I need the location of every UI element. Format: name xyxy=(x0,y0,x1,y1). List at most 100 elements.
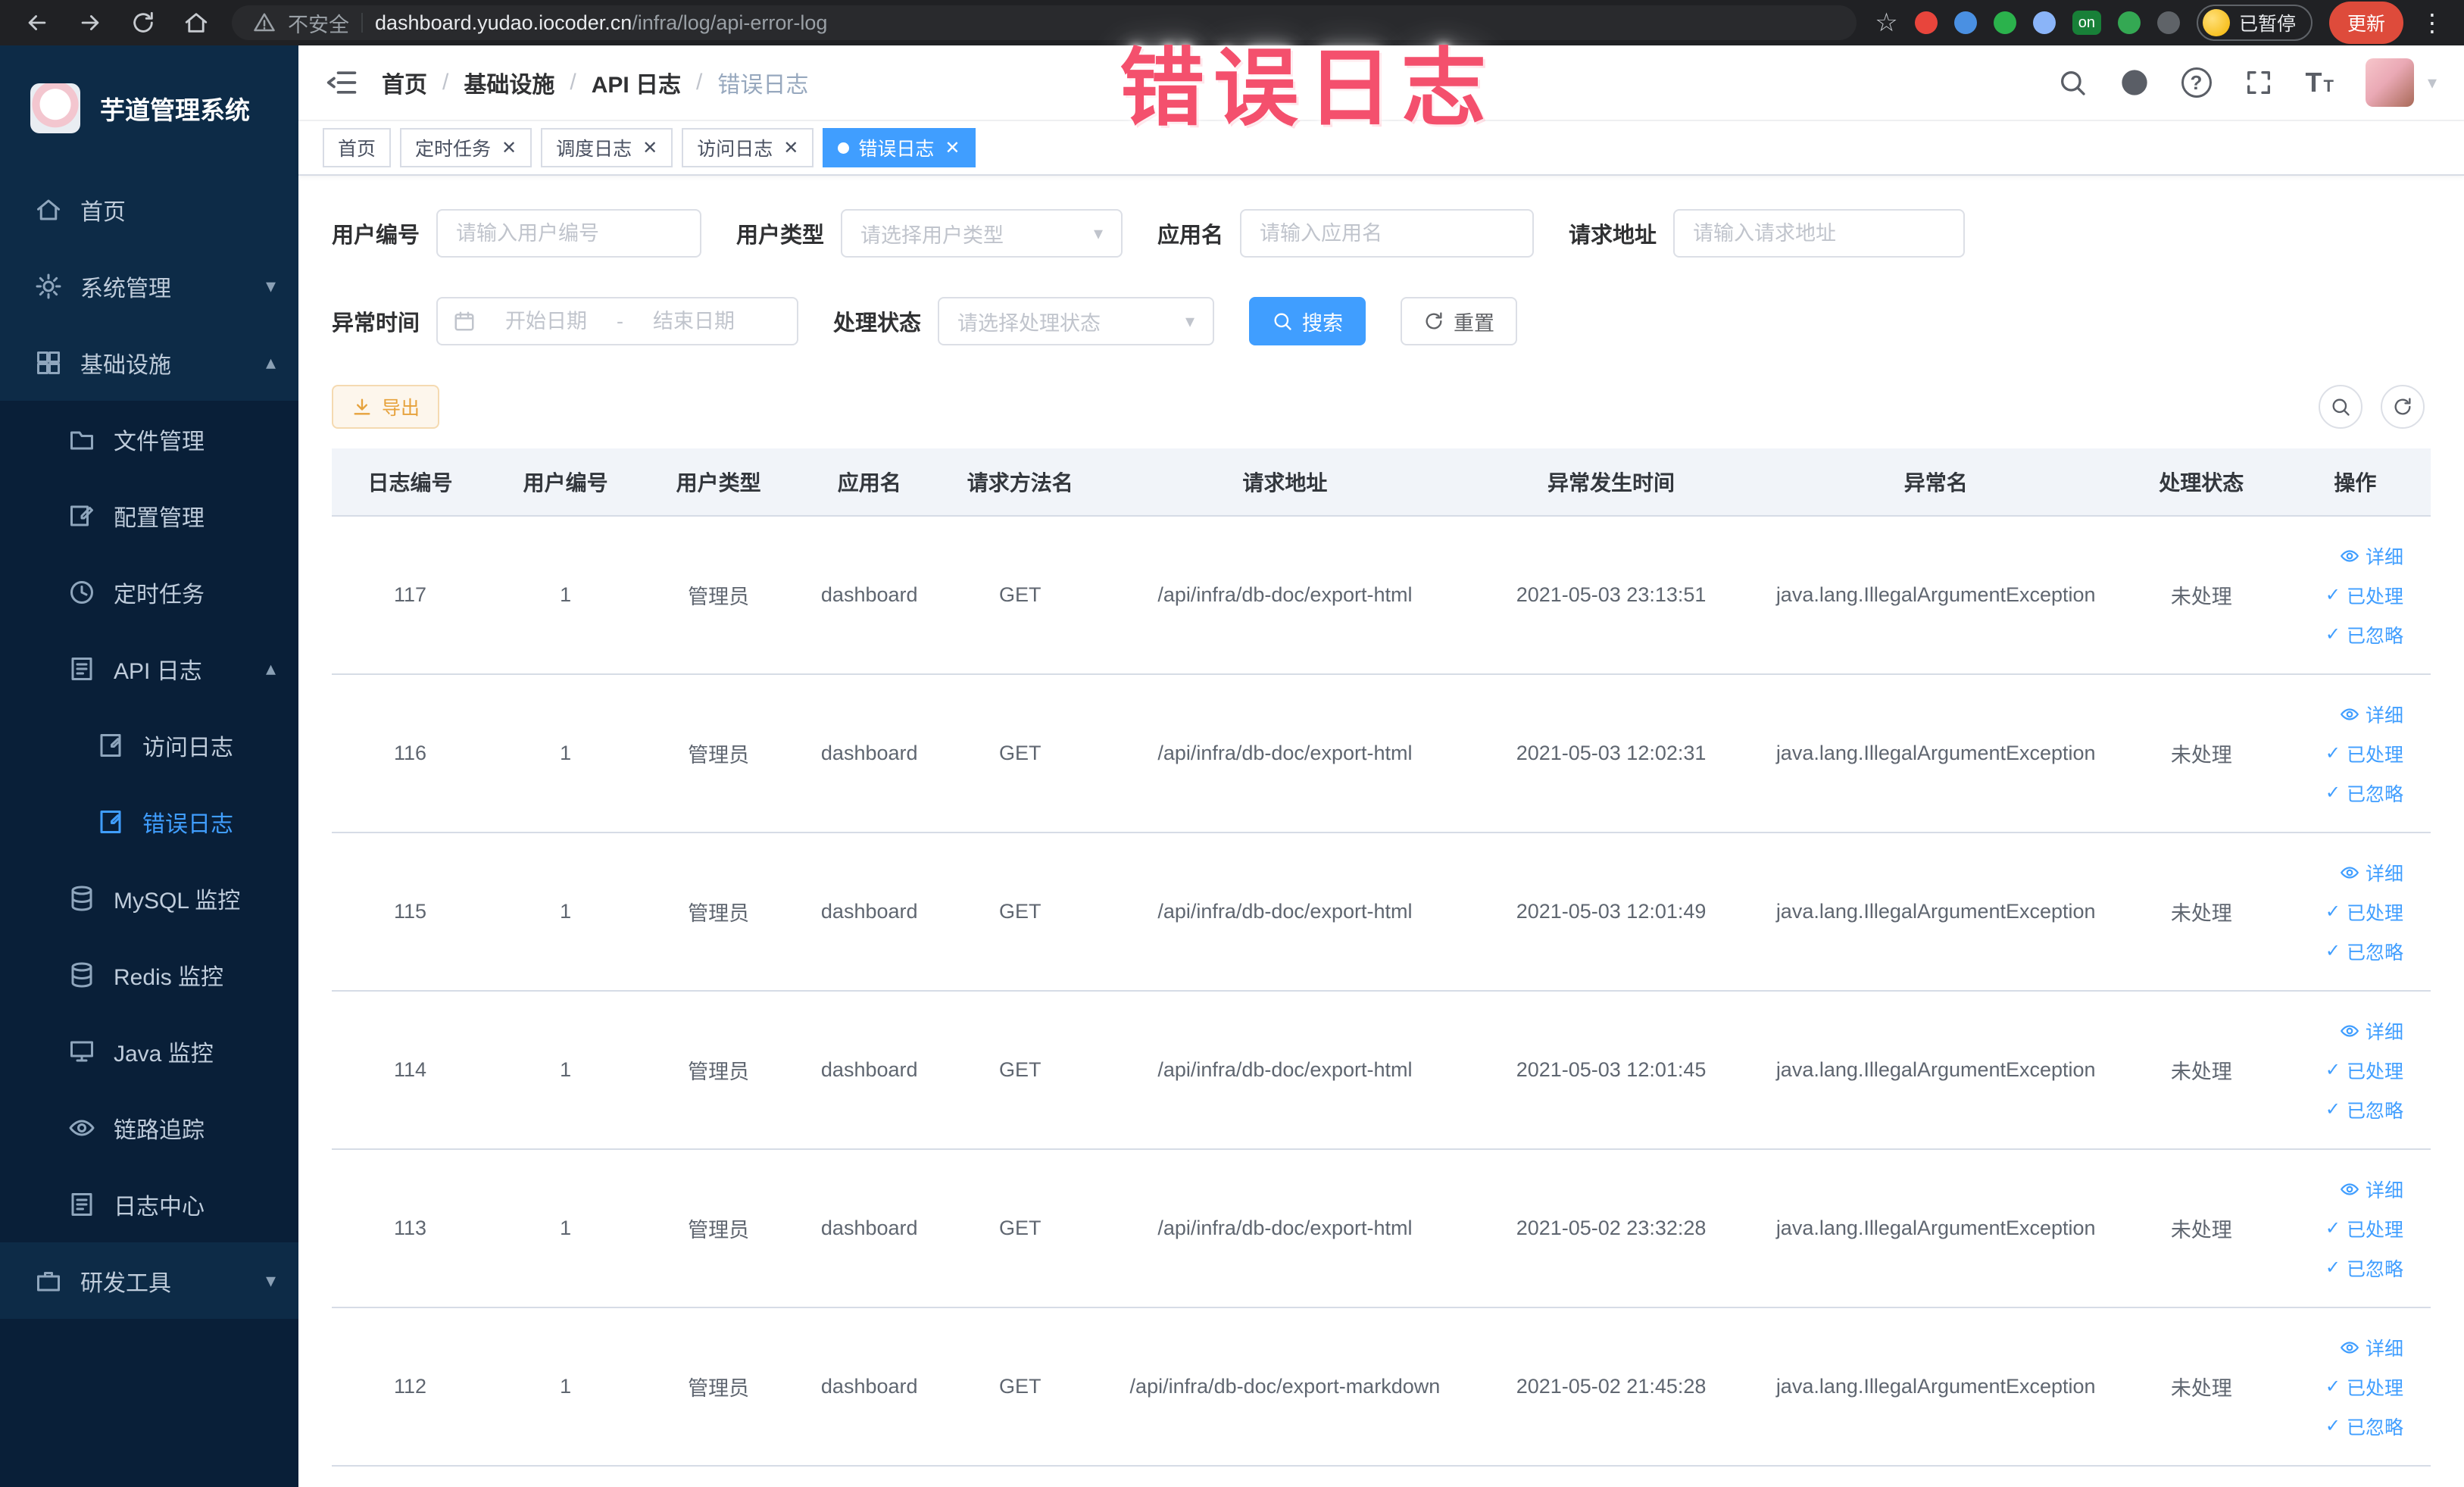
cell-log-id: 116 xyxy=(332,674,489,833)
mark-processed-link[interactable]: ✓ 已处理 xyxy=(2325,898,2403,926)
close-icon[interactable]: ✕ xyxy=(501,137,517,159)
database-icon xyxy=(71,886,92,911)
extension-icon-6[interactable] xyxy=(2156,11,2180,34)
detail-link[interactable]: 详细 xyxy=(2340,1017,2403,1045)
mark-processed-link[interactable]: ✓ 已处理 xyxy=(2325,1373,2403,1401)
cell-status: 未处理 xyxy=(2122,991,2280,1150)
filter-user-id: 用户编号 xyxy=(332,209,702,258)
search-icon[interactable] xyxy=(2057,67,2088,98)
mark-ignored-link[interactable]: ✓ 已忽略 xyxy=(2325,1413,2403,1440)
user-avatar[interactable] xyxy=(2365,58,2414,107)
user-type-select[interactable]: 请选择用户类型 ▾ xyxy=(841,209,1123,258)
process-status-select[interactable]: 请选择处理状态 ▾ xyxy=(938,297,1215,345)
sidebar-fold-icon[interactable] xyxy=(326,66,359,99)
app-name-input[interactable] xyxy=(1240,209,1535,258)
sidebar-item-error-log[interactable]: 错误日志 xyxy=(0,783,298,860)
sidebar-item-link-trace[interactable]: 链路追踪 xyxy=(0,1089,298,1166)
tab-home[interactable]: 首页 xyxy=(323,128,392,167)
browser-menu-icon[interactable]: ⋮ xyxy=(2420,8,2444,37)
font-size-icon[interactable]: TT xyxy=(2306,67,2334,98)
cell-user-type: 管理员 xyxy=(642,991,795,1150)
browser-toolbar: 不安全 dashboard.yudao.iocoder.cn/infra/log… xyxy=(0,0,2464,45)
detail-link[interactable]: 详细 xyxy=(2340,1334,2403,1361)
tab-access-log[interactable]: 访问日志 ✕ xyxy=(682,128,814,167)
extension-icon-2[interactable] xyxy=(1953,11,1977,34)
detail-link[interactable]: 详细 xyxy=(2340,859,2403,886)
mark-ignored-link[interactable]: ✓ 已忽略 xyxy=(2325,938,2403,965)
mark-ignored-link[interactable]: ✓ 已忽略 xyxy=(2325,1096,2403,1123)
edit-icon xyxy=(70,505,93,526)
breadcrumb-home[interactable]: 首页 xyxy=(382,66,427,99)
tab-schedule-log[interactable]: 调度日志 ✕ xyxy=(541,128,673,167)
sidebar-item-config-manage[interactable]: 配置管理 xyxy=(0,477,298,554)
mark-ignored-link[interactable]: ✓ 已忽略 xyxy=(2325,779,2403,807)
chrome-update-button[interactable]: 更新 xyxy=(2328,2,2403,44)
sidebar-item-mysql-monitor[interactable]: MySQL 监控 xyxy=(0,860,298,936)
exception-time-range[interactable]: - xyxy=(436,297,799,345)
eye-icon xyxy=(2341,1024,2359,1037)
sidebar-item-system[interactable]: 系统管理 ▾ xyxy=(0,248,298,324)
avatar-caret-icon[interactable]: ▾ xyxy=(2428,72,2437,94)
date-end-input[interactable] xyxy=(634,309,754,333)
close-icon[interactable]: ✕ xyxy=(783,137,798,159)
error-log-icon xyxy=(100,810,121,833)
mark-processed-link[interactable]: ✓ 已处理 xyxy=(2325,1215,2403,1242)
reset-button[interactable]: 重置 xyxy=(1401,297,1518,345)
cell-exception-time: 2021-05-02 23:32:28 xyxy=(1473,1149,1749,1308)
mark-processed-link[interactable]: ✓ 已处理 xyxy=(2325,740,2403,767)
sidebar-item-api-log[interactable]: API 日志 ▴ xyxy=(0,630,298,707)
paused-badge[interactable]: 已暂停 xyxy=(2196,5,2313,41)
refresh-button[interactable] xyxy=(2381,385,2425,429)
close-icon[interactable]: ✕ xyxy=(642,137,657,159)
request-url-input[interactable] xyxy=(1673,209,1966,258)
sidebar-item-scheduled-jobs[interactable]: 定时任务 xyxy=(0,554,298,630)
search-button[interactable]: 搜索 xyxy=(1249,297,1366,345)
extension-icon-4[interactable] xyxy=(2032,11,2056,34)
extension-icon-5[interactable] xyxy=(2117,11,2141,34)
app-name-label: 应用名 xyxy=(1157,223,1224,248)
detail-link[interactable]: 详细 xyxy=(2340,701,2403,728)
sidebar-item-dev-tools[interactable]: 研发工具 ▾ xyxy=(0,1242,298,1319)
sidebar-item-file-manage[interactable]: 文件管理 xyxy=(0,401,298,477)
mark-ignored-link[interactable]: ✓ 已忽略 xyxy=(2325,621,2403,648)
tab-error-log[interactable]: 错误日志 ✕ xyxy=(823,128,976,167)
sidebar-item-log-center[interactable]: 日志中心 xyxy=(0,1166,298,1242)
mark-processed-link[interactable]: ✓ 已处理 xyxy=(2325,1057,2403,1084)
breadcrumb-api-log[interactable]: API 日志 xyxy=(592,66,681,99)
browser-home-button[interactable] xyxy=(179,5,214,40)
export-button[interactable]: 导出 xyxy=(332,385,440,429)
sidebar-item-home[interactable]: 首页 xyxy=(0,171,298,248)
mark-processed-link[interactable]: ✓ 已处理 xyxy=(2325,582,2403,609)
close-icon[interactable]: ✕ xyxy=(945,137,960,159)
cell-user-id: 1 xyxy=(489,516,643,675)
mark-ignored-link[interactable]: ✓ 已忽略 xyxy=(2325,1254,2403,1282)
sidebar-item-redis-monitor[interactable]: Redis 监控 xyxy=(0,936,298,1013)
sidebar-item-java-monitor[interactable]: Java 监控 xyxy=(0,1013,298,1089)
app-logo[interactable]: 芋道管理系统 xyxy=(0,45,298,171)
back-button[interactable] xyxy=(20,5,55,40)
breadcrumb-infra[interactable]: 基础设施 xyxy=(464,66,554,99)
github-icon[interactable] xyxy=(2119,67,2150,98)
security-label: 不安全 xyxy=(288,13,349,36)
detail-link[interactable]: 详细 xyxy=(2340,542,2403,570)
sidebar-item-infra[interactable]: 基础设施 ▴ xyxy=(0,324,298,401)
reload-button[interactable] xyxy=(126,5,161,40)
address-bar[interactable]: 不安全 dashboard.yudao.iocoder.cn/infra/log… xyxy=(232,5,1857,40)
check-icon: ✓ xyxy=(2325,940,2341,961)
main-area: 首页 / 基础设施 / API 日志 / 错误日志 ? TT ▾ 首页 定时任务… xyxy=(298,45,2464,1487)
bookmark-star-icon[interactable]: ☆ xyxy=(1875,8,1897,38)
user-id-input[interactable] xyxy=(436,209,702,258)
toggle-search-button[interactable] xyxy=(2319,385,2363,429)
extension-icon-3[interactable] xyxy=(1993,11,2016,34)
date-start-input[interactable] xyxy=(486,309,607,333)
column-header: 请求地址 xyxy=(1096,448,1474,517)
fullscreen-icon[interactable] xyxy=(2244,67,2274,98)
sidebar-item-access-log[interactable]: 访问日志 xyxy=(0,707,298,783)
extension-on-badge[interactable]: on xyxy=(2072,11,2101,35)
forward-button[interactable] xyxy=(73,5,108,40)
extension-icon-1[interactable] xyxy=(1914,11,1938,34)
detail-link[interactable]: 详细 xyxy=(2340,1176,2403,1203)
help-icon[interactable]: ? xyxy=(2181,67,2212,98)
tags-view: 首页 定时任务 ✕ 调度日志 ✕ 访问日志 ✕ 错误日志 ✕ xyxy=(298,121,2464,176)
tab-scheduled-jobs[interactable]: 定时任务 ✕ xyxy=(400,128,532,167)
